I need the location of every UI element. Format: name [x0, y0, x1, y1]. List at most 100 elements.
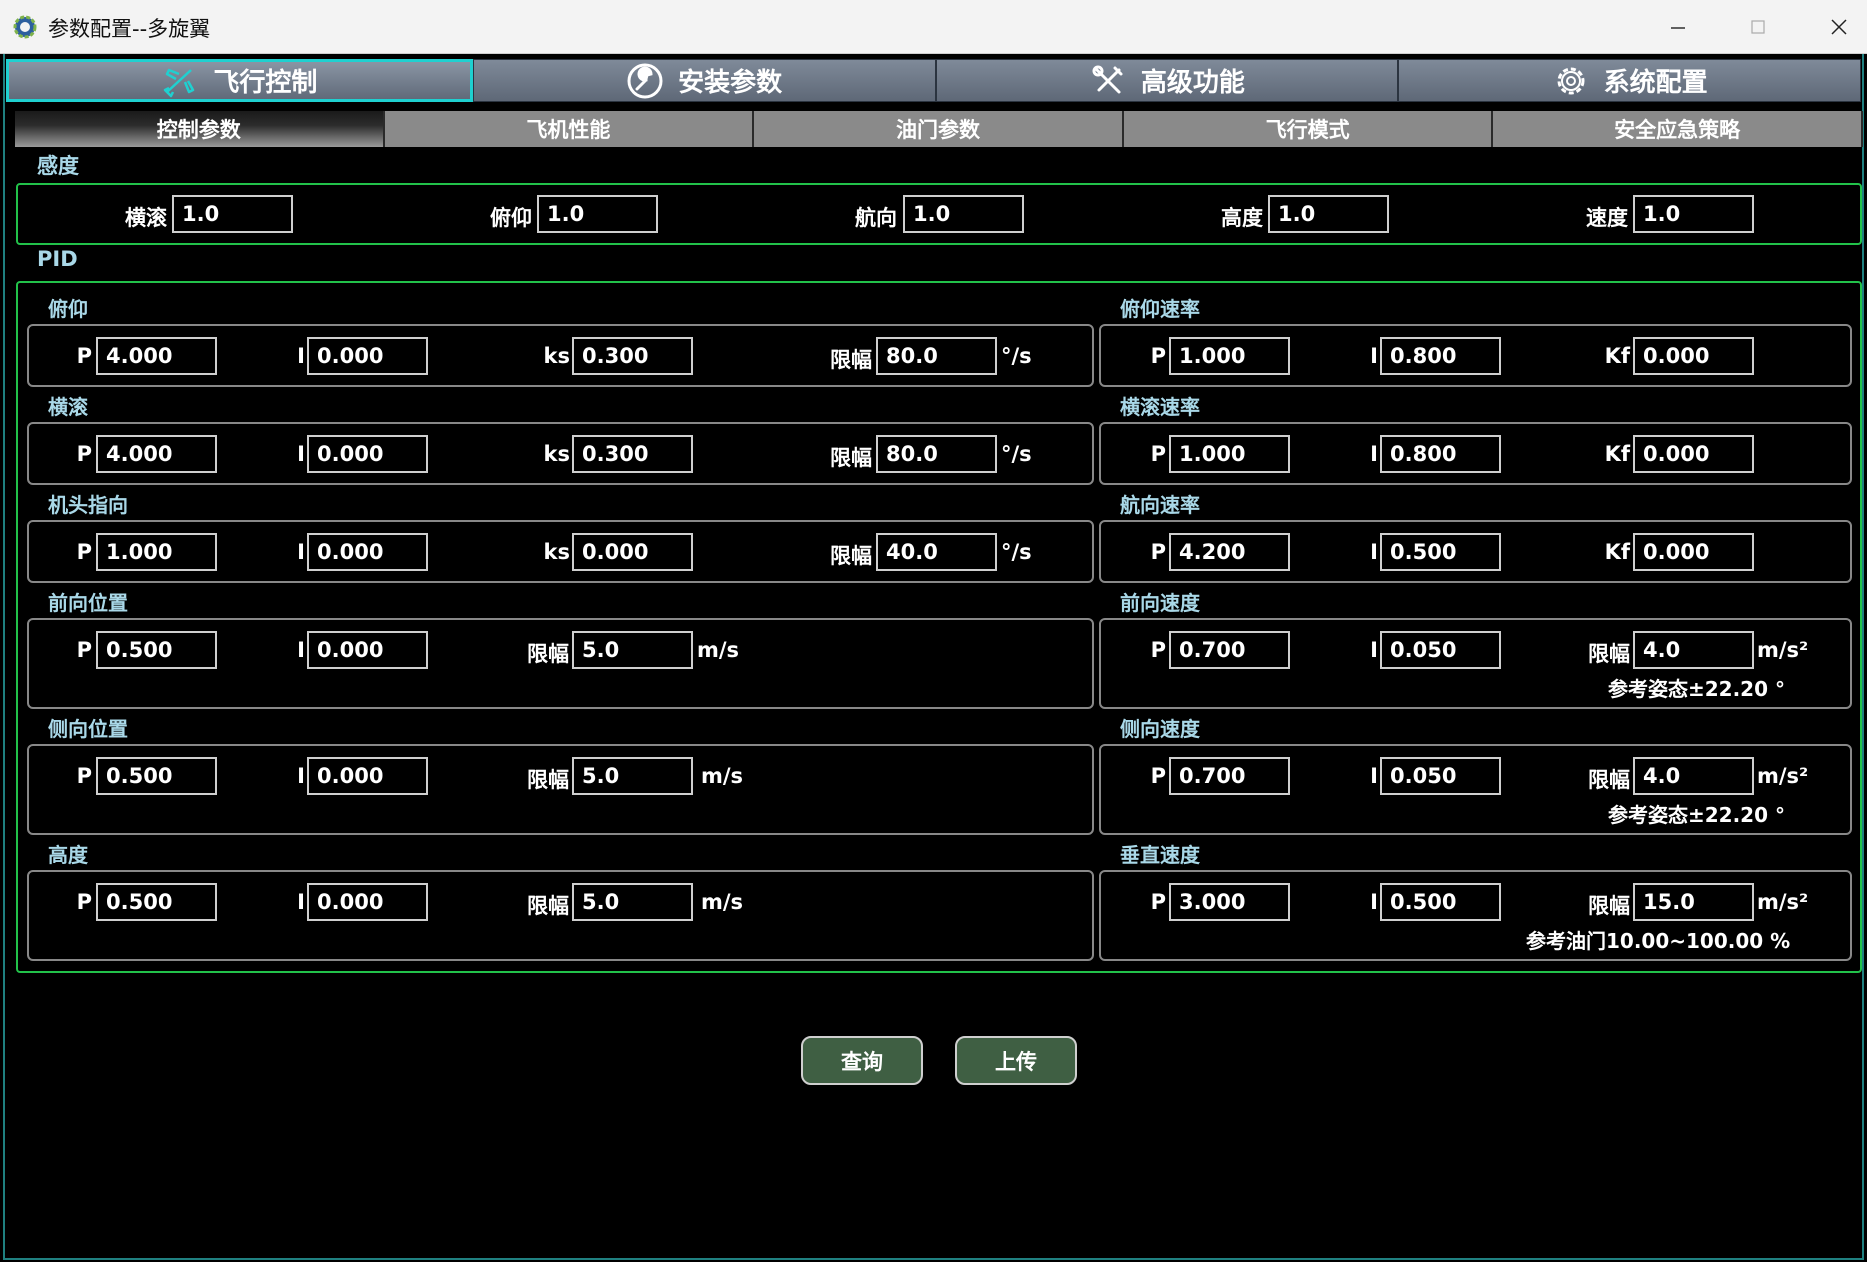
subtab-flight-mode[interactable]: 飞行模式 [1123, 111, 1494, 147]
pid-roll-rate-i-label: I [1370, 442, 1378, 466]
tab-advanced[interactable]: 高级功能 [935, 59, 1399, 102]
pid-lat-pos-limit-input[interactable] [572, 757, 693, 795]
pid-alt-title: 高度 [48, 843, 88, 867]
pid-yaw-rate-i-input[interactable] [1380, 533, 1501, 571]
pid-pitch-rate-p-input[interactable] [1169, 337, 1290, 375]
close-button[interactable] [1816, 8, 1862, 46]
pid-fwd-vel-note: 参考姿态±22.20 ° [1608, 677, 1785, 701]
pid-alt-i-input[interactable] [307, 883, 428, 921]
pid-lat-pos-i-input[interactable] [307, 757, 428, 795]
pid-vert-vel-p-label: P [1150, 890, 1166, 914]
pid-alt-p-input[interactable] [96, 883, 217, 921]
pid-alt-limit-label: 限幅 [527, 894, 569, 918]
pid-lat-vel-p-input[interactable] [1169, 757, 1290, 795]
query-button[interactable]: 查询 [801, 1036, 923, 1085]
pid-pitch-rate-title: 俯仰速率 [1120, 297, 1200, 321]
pid-vert-vel-p-input[interactable] [1169, 883, 1290, 921]
pid-pitch-rate-i-input[interactable] [1380, 337, 1501, 375]
pid-pitch-rate-p-label: P [1150, 344, 1166, 368]
pid-alt-limit-input[interactable] [572, 883, 693, 921]
pid-vert-vel-limit-label: 限幅 [1588, 894, 1630, 918]
pid-pitch-rate-kf-label: Kf [1604, 344, 1630, 368]
pid-lat-pos-p-label: P [76, 764, 92, 788]
wrench-circle-icon [627, 63, 663, 98]
sens-heading-input[interactable] [903, 195, 1024, 233]
tab-label: 飞行控制 [213, 68, 318, 98]
pid-heading-ks-input[interactable] [572, 533, 693, 571]
pid-fwd-pos-limit-label: 限幅 [527, 642, 569, 666]
pid-fwd-pos-limit-input[interactable] [572, 631, 693, 669]
pid-pitch-rate-kf-input[interactable] [1633, 337, 1754, 375]
pid-roll-i-input[interactable] [307, 435, 428, 473]
tab-label: 系统配置 [1603, 68, 1708, 98]
pid-lat-vel-i-input[interactable] [1380, 757, 1501, 795]
pid-lat-vel-limit-label: 限幅 [1588, 768, 1630, 792]
tab-label: 安装参数 [678, 68, 783, 98]
pid-vert-vel-title: 垂直速度 [1120, 843, 1200, 867]
pid-heading-limit-label: 限幅 [830, 544, 872, 568]
sens-roll-input[interactable] [172, 195, 293, 233]
pid-roll-rate-p-input[interactable] [1169, 435, 1290, 473]
airplane-icon [164, 68, 195, 97]
pid-fwd-vel-i-label: I [1370, 638, 1378, 662]
pid-heading-title: 机头指向 [48, 493, 128, 517]
pid-lat-pos-p-input[interactable] [96, 757, 217, 795]
pid-pitch-ks-input[interactable] [572, 337, 693, 375]
subtab-safety-strategy[interactable]: 安全应急策略 [1493, 111, 1863, 147]
pid-lat-vel-title: 侧向速度 [1120, 717, 1200, 741]
sens-speed-label: 速度 [1586, 206, 1628, 230]
maximize-button[interactable] [1735, 8, 1781, 46]
subtab-aircraft-performance[interactable]: 飞机性能 [384, 111, 755, 147]
pid-roll-limit-input[interactable] [876, 435, 997, 473]
pid-fwd-pos-i-input[interactable] [307, 631, 428, 669]
pid-lat-pos-i-label: I [297, 764, 305, 788]
pid-roll-ks-input[interactable] [572, 435, 693, 473]
pid-roll-rate-title: 横滚速率 [1120, 395, 1200, 419]
upload-button[interactable]: 上传 [955, 1036, 1077, 1085]
tab-install-params[interactable]: 安装参数 [472, 59, 936, 102]
sens-altitude-input[interactable] [1268, 195, 1389, 233]
pid-heading-p-input[interactable] [96, 533, 217, 571]
pid-heading-i-label: I [297, 540, 305, 564]
pid-heading-i-input[interactable] [307, 533, 428, 571]
pid-fwd-vel-limit-input[interactable] [1633, 631, 1754, 669]
pid-vert-vel-note: 参考油门10.00~100.00 % [1526, 929, 1791, 953]
pid-yaw-rate-kf-input[interactable] [1633, 533, 1754, 571]
pid-pitch-i-label: I [297, 344, 305, 368]
pid-lat-vel-limit-input[interactable] [1633, 757, 1754, 795]
tools-icon [1092, 65, 1123, 93]
pid-vert-vel-limit-input[interactable] [1633, 883, 1754, 921]
pid-pitch-limit-label: 限幅 [830, 348, 872, 372]
pid-pitch-i-input[interactable] [307, 337, 428, 375]
pid-fwd-pos-p-input[interactable] [96, 631, 217, 669]
pid-roll-rate-kf-input[interactable] [1633, 435, 1754, 473]
sensitivity-title: 感度 [37, 154, 79, 178]
pid-yaw-rate-p-input[interactable] [1169, 533, 1290, 571]
app-gear-icon [13, 15, 37, 39]
tab-flight-control[interactable]: 飞行控制 [6, 59, 473, 102]
sens-speed-input[interactable] [1633, 195, 1754, 233]
tab-system-config[interactable]: 系统配置 [1398, 59, 1861, 102]
pid-heading-limit-input[interactable] [876, 533, 997, 571]
pid-pitch-p-input[interactable] [96, 337, 217, 375]
subtab-throttle-params[interactable]: 油门参数 [754, 111, 1124, 147]
subtab-control-params[interactable]: 控制参数 [15, 111, 385, 147]
minimize-button[interactable] [1655, 8, 1701, 46]
pid-fwd-vel-p-input[interactable] [1169, 631, 1290, 669]
pid-vert-vel-unit: m/s² [1757, 890, 1809, 914]
pid-lat-pos-title: 侧向位置 [48, 717, 128, 741]
pid-pitch-p-label: P [76, 344, 92, 368]
pid-roll-p-input[interactable] [96, 435, 217, 473]
pid-fwd-vel-i-input[interactable] [1380, 631, 1501, 669]
pid-heading-p-label: P [76, 540, 92, 564]
gear-icon [1557, 67, 1585, 94]
window-title: 参数配置--多旋翼 [48, 17, 211, 41]
pid-heading-unit: °/s [1001, 540, 1032, 564]
pid-vert-vel-i-label: I [1370, 890, 1378, 914]
pid-roll-p-label: P [76, 442, 92, 466]
pid-pitch-limit-input[interactable] [876, 337, 997, 375]
sens-pitch-input[interactable] [537, 195, 658, 233]
pid-lat-vel-i-label: I [1370, 764, 1378, 788]
pid-vert-vel-i-input[interactable] [1380, 883, 1501, 921]
pid-roll-rate-i-input[interactable] [1380, 435, 1501, 473]
